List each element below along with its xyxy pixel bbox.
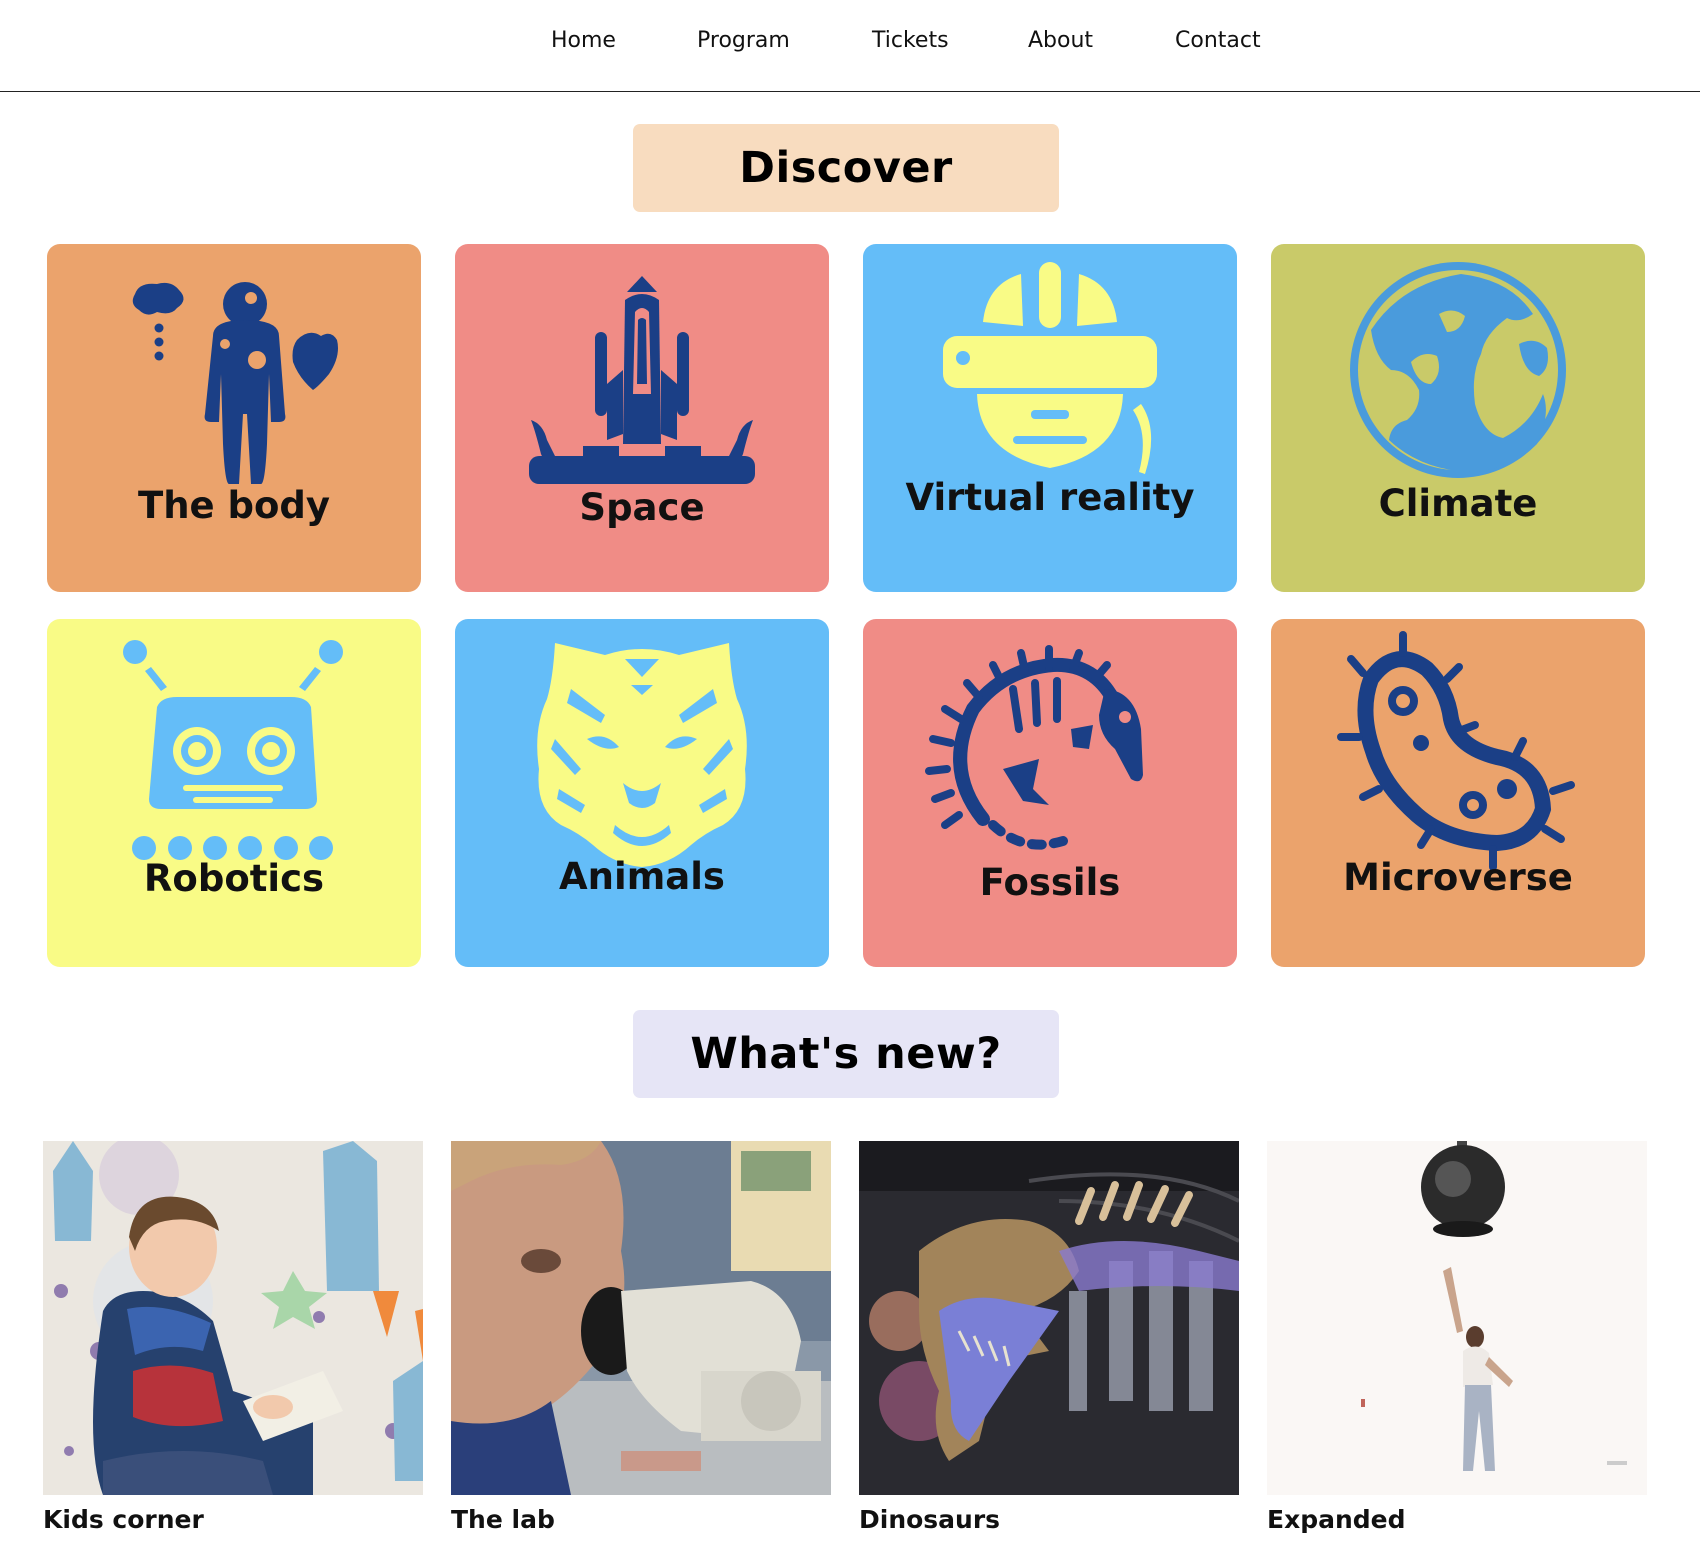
tile-climate[interactable]: Climate: [1271, 244, 1645, 592]
dinosaur-skeleton-photo[interactable]: [859, 1141, 1239, 1495]
tile-label: Robotics: [143, 857, 325, 900]
news-card-title[interactable]: Kids corner: [43, 1505, 204, 1534]
vr-headset-icon: [943, 262, 1157, 474]
nav-tickets-link[interactable]: Tickets: [872, 28, 949, 53]
tile-label: Fossils: [979, 861, 1121, 904]
news-card-the-lab[interactable]: The lab: [451, 1141, 831, 1552]
nav-home-link[interactable]: Home: [551, 28, 616, 53]
news-card-title[interactable]: The lab: [451, 1505, 555, 1534]
microscope-photo[interactable]: [451, 1141, 831, 1495]
tile-label: Space: [579, 486, 705, 529]
earth-globe-icon: [1350, 262, 1566, 478]
news-card-dinosaurs[interactable]: Dinosaurs: [859, 1141, 1239, 1552]
tile-label: Microverse: [1343, 856, 1573, 899]
tile-label: Animals: [559, 855, 725, 898]
news-card-expanded[interactable]: Expanded: [1267, 1141, 1647, 1552]
human-body-icon: [132, 282, 338, 484]
tile-microverse[interactable]: Microverse: [1271, 619, 1645, 967]
tile-label: The body: [137, 484, 331, 527]
tile-space[interactable]: Space: [455, 244, 829, 592]
tile-robotics[interactable]: Robotics: [47, 619, 421, 967]
space-shuttle-icon: [529, 276, 755, 484]
tiger-icon: [537, 643, 747, 867]
tile-animals[interactable]: Animals: [455, 619, 829, 967]
top-navigation: Home Program Tickets About Contact: [0, 0, 1700, 92]
child-reading-photo[interactable]: [43, 1141, 423, 1495]
nav-program-link[interactable]: Program: [697, 28, 790, 53]
fossil-icon: [925, 645, 1143, 850]
nav-menu: Home Program Tickets About Contact: [0, 28, 1700, 60]
news-card-kids-corner[interactable]: Kids corner: [43, 1141, 423, 1552]
tile-the-body[interactable]: The body: [47, 244, 421, 592]
nav-contact-link[interactable]: Contact: [1175, 28, 1261, 53]
nav-about-link[interactable]: About: [1028, 28, 1093, 53]
tile-virtual-reality[interactable]: Virtual reality: [863, 244, 1237, 592]
whats-new-heading: What's new?: [633, 1010, 1059, 1098]
discover-heading: Discover: [633, 124, 1059, 212]
tile-label: Virtual reality: [905, 476, 1195, 519]
tile-fossils[interactable]: Fossils: [863, 619, 1237, 967]
woman-floating-sphere-photo[interactable]: [1267, 1141, 1647, 1495]
news-card-title[interactable]: Expanded: [1267, 1505, 1406, 1534]
news-card-title[interactable]: Dinosaurs: [859, 1505, 1000, 1534]
microbe-icon: [1337, 631, 1575, 871]
robot-icon: [123, 640, 343, 860]
tile-label: Climate: [1378, 482, 1538, 525]
